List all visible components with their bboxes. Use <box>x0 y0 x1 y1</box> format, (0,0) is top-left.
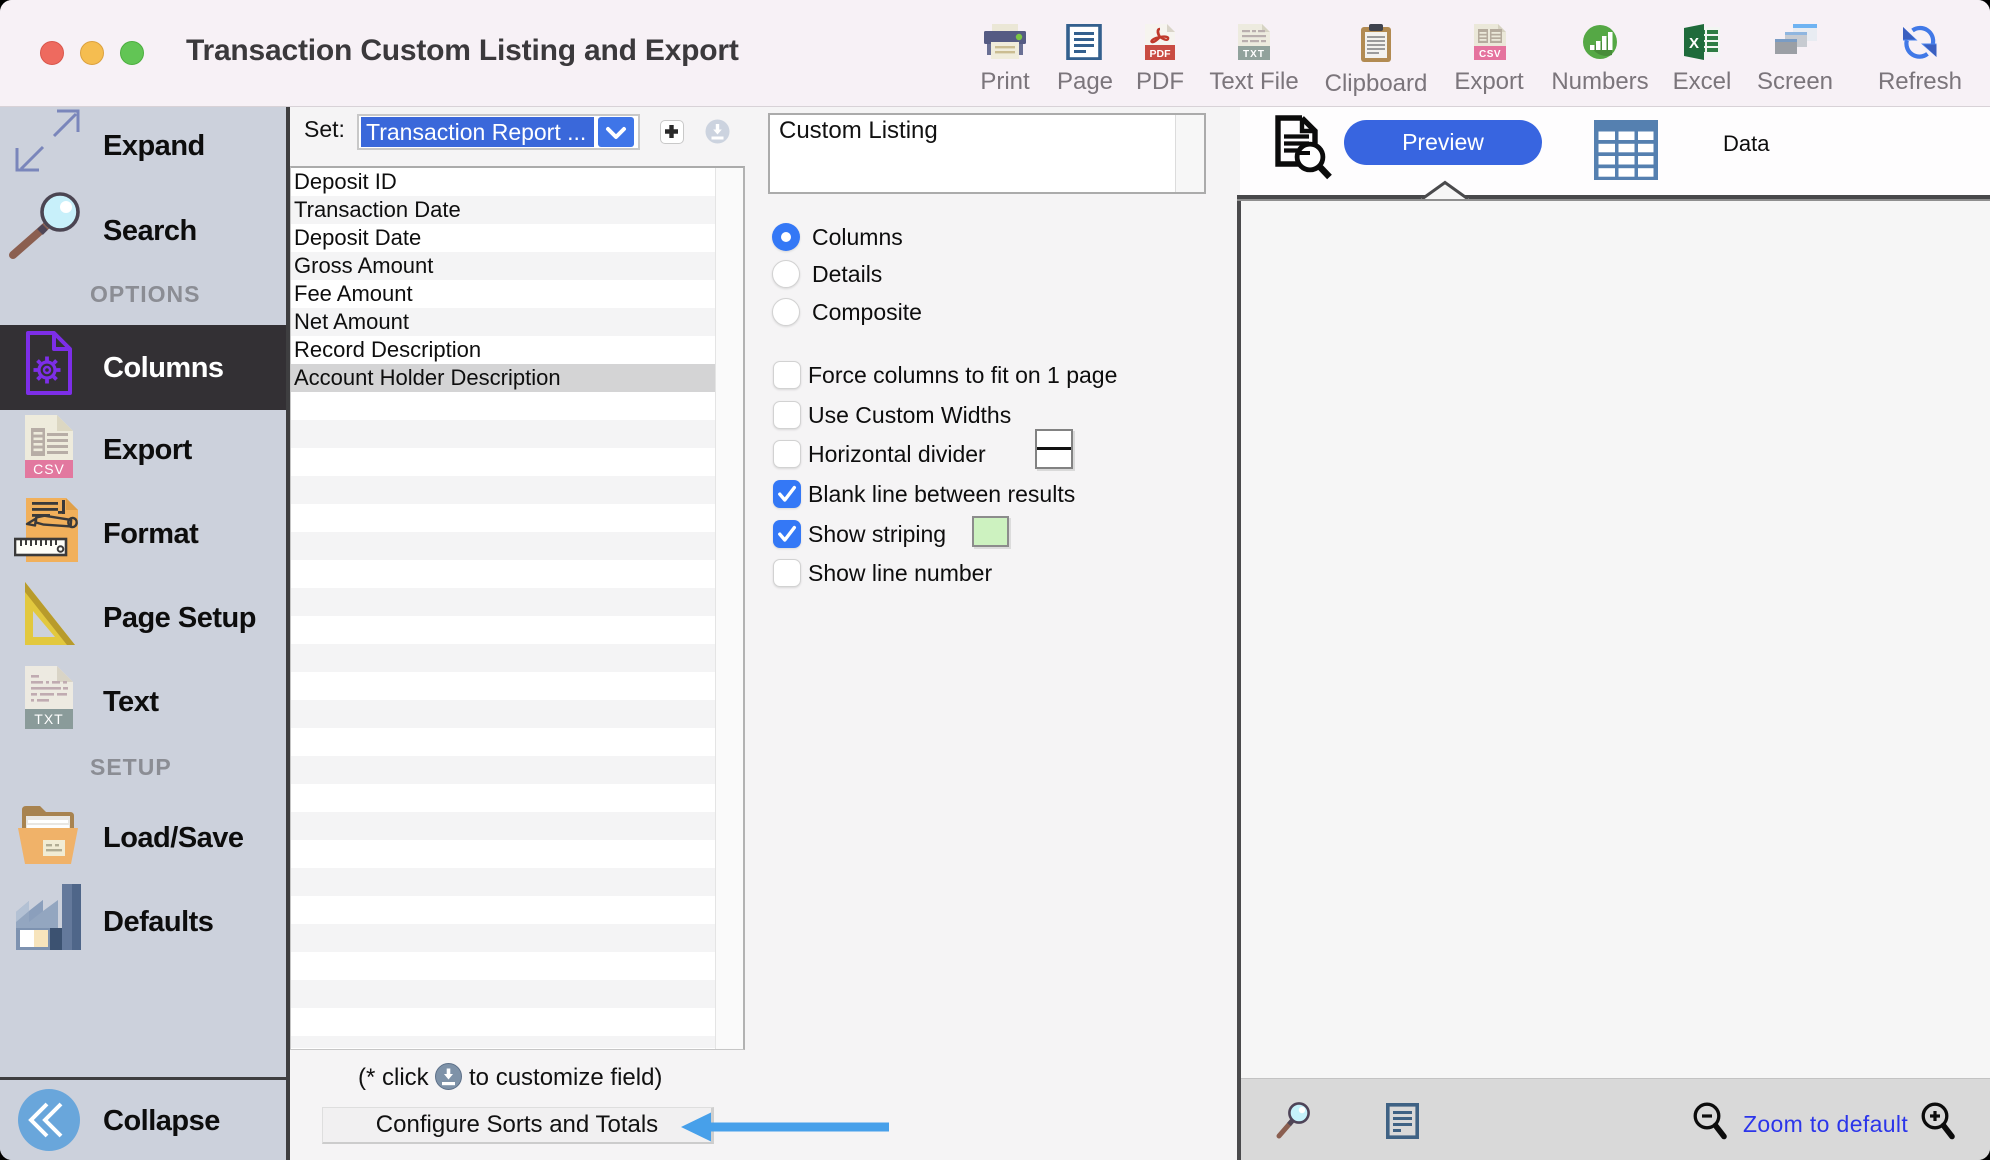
svg-text:CSV: CSV <box>33 461 65 477</box>
svg-text:X: X <box>1689 35 1699 52</box>
svg-text:PDF: PDF <box>1150 48 1172 60</box>
svg-text:CSV: CSV <box>1479 49 1501 60</box>
svg-text:TXT: TXT <box>34 711 63 727</box>
svg-text:TXT: TXT <box>1243 49 1265 60</box>
